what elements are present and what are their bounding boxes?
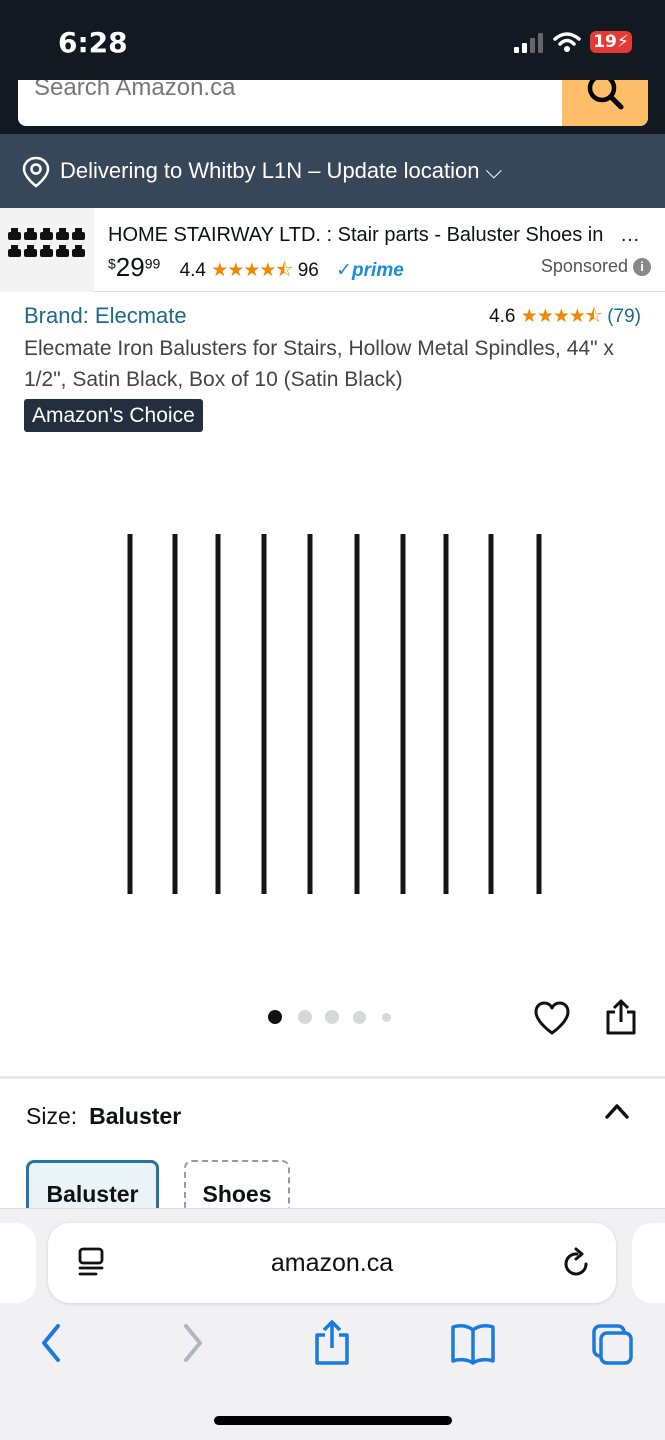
- search-icon: [587, 80, 624, 110]
- back-icon[interactable]: [36, 1318, 66, 1368]
- address-bar[interactable]: amazon.ca: [48, 1223, 616, 1303]
- carousel-dot[interactable]: [353, 1010, 366, 1024]
- baluster-rod: [443, 534, 449, 894]
- sponsored-review-count: 96: [297, 260, 319, 281]
- baluster-rod: [488, 534, 494, 894]
- carousel-dot[interactable]: [325, 1010, 339, 1024]
- carousel-dot[interactable]: [382, 1012, 391, 1022]
- status-time: 6:28: [58, 26, 128, 59]
- baluster-rod: [354, 534, 360, 894]
- delivery-location-text: Delivering to Whitby L1N – Update locati…: [60, 158, 503, 183]
- heart-icon[interactable]: [533, 1000, 571, 1036]
- bookmarks-icon[interactable]: [450, 1318, 496, 1368]
- product-title: Elecmate Iron Balusters for Stairs, Holl…: [24, 337, 614, 391]
- balusters-image: [127, 534, 542, 894]
- price-fraction: 99: [144, 255, 161, 272]
- sponsored-title[interactable]: HOME STAIRWAY LTD. : Stair parts - Balus…: [108, 224, 644, 247]
- section-divider: [0, 1076, 665, 1079]
- home-indicator: [214, 1416, 452, 1425]
- search-placeholder: Search Amazon.ca: [34, 80, 236, 101]
- baluster-rod: [215, 534, 221, 894]
- reload-icon[interactable]: [562, 1247, 592, 1279]
- battery-icon: 19⚡: [590, 31, 632, 53]
- info-icon[interactable]: i: [633, 258, 651, 277]
- wifi-icon: [553, 32, 581, 52]
- baluster-rod: [261, 534, 267, 894]
- sponsored-ad[interactable]: HOME STAIRWAY LTD. : Stair parts - Balus…: [0, 208, 665, 292]
- size-selected-value: Baluster: [89, 1103, 182, 1129]
- forward-icon[interactable]: [178, 1318, 208, 1368]
- sponsored-label[interactable]: Sponsored i: [541, 256, 651, 277]
- size-selector-label: Size: Baluster: [26, 1103, 181, 1130]
- carousel-dot[interactable]: [268, 1010, 282, 1024]
- price-currency: $: [108, 255, 116, 272]
- sponsored-title-ellipsis: …: [620, 224, 640, 246]
- share-sheet-icon[interactable]: [312, 1318, 352, 1368]
- prime-badge: ✓prime: [336, 260, 404, 281]
- location-pin-icon: [22, 156, 50, 188]
- previous-tab-preview[interactable]: [0, 1223, 36, 1303]
- sponsored-rating: 4.4: [179, 260, 206, 281]
- brand-link[interactable]: Brand: Elecmate: [24, 303, 187, 329]
- sponsored-product-image: [0, 208, 94, 292]
- baluster-rod: [536, 534, 542, 894]
- chevron-up-icon[interactable]: [604, 1102, 630, 1120]
- search-button[interactable]: [562, 80, 648, 126]
- product-image[interactable]: [0, 450, 665, 1000]
- status-bar: 6:28 19⚡: [0, 0, 665, 82]
- rating-value: 4.6: [489, 306, 516, 327]
- delivery-location-bar[interactable]: Delivering to Whitby L1N – Update locati…: [0, 134, 665, 208]
- baluster-rod: [127, 534, 133, 894]
- size-label: Size:: [26, 1103, 78, 1129]
- url-text: amazon.ca: [270, 1249, 394, 1277]
- battery-level: 19: [593, 32, 617, 52]
- next-tab-preview[interactable]: [632, 1223, 665, 1303]
- cellular-signal-icon: [514, 33, 543, 53]
- sponsored-star-rating-icon: ★★★★⯪: [211, 260, 293, 281]
- product-rating[interactable]: 4.6 ★★★★⯪ (79): [489, 302, 641, 334]
- sponsored-meta: $2999 4.4 ★★★★⯪ 96 ✓prime: [108, 252, 404, 284]
- baluster-rod: [307, 534, 313, 894]
- price-whole: 29: [115, 252, 145, 282]
- rating-count: (79): [607, 306, 641, 327]
- star-rating-icon: ★★★★⯪: [520, 306, 603, 327]
- sponsored-label-text: Sponsored: [540, 256, 628, 276]
- baluster-rod: [172, 534, 178, 894]
- search-input[interactable]: Search Amazon.ca: [18, 80, 648, 126]
- baluster-rod: [400, 534, 406, 894]
- carousel-dot[interactable]: [298, 1010, 312, 1024]
- tabs-icon[interactable]: [590, 1318, 636, 1368]
- amazons-choice-badge: Amazon's Choice: [24, 399, 203, 432]
- share-icon[interactable]: [604, 998, 638, 1036]
